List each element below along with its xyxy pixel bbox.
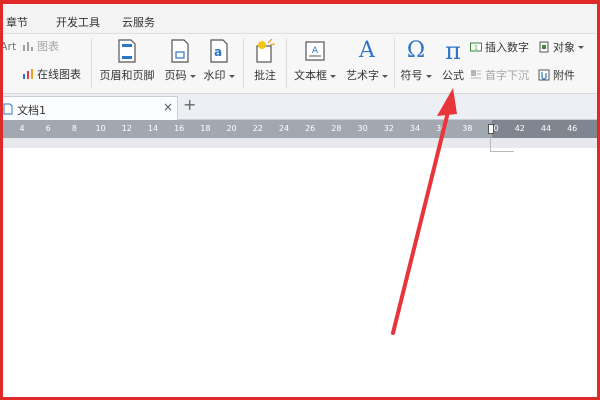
ruler-tick-label: 18 [200, 124, 211, 133]
document-tab-title: 文档1 [17, 104, 46, 117]
document-tab-bar: 文档1 × + [0, 94, 600, 120]
ribbon-separator [91, 38, 92, 88]
document-tab[interactable]: 文档1 × [0, 96, 178, 120]
insert-number-label: 插入数字 [485, 41, 529, 54]
ruler-tick-label: 14 [147, 124, 159, 133]
ribbon-separator [243, 38, 244, 88]
object-label: 对象 [553, 41, 575, 54]
dropcap-icon [471, 70, 481, 79]
ruler-tick-label: 28 [331, 124, 342, 133]
comment-icon [256, 39, 276, 63]
omega-icon: Ω [406, 38, 426, 63]
watermark-label: 水印 [203, 69, 226, 82]
attachment-button[interactable]: 附件 [538, 67, 575, 83]
page-number-label: 页码 [164, 69, 187, 82]
tab-developer-tools[interactable]: 开发工具 [56, 14, 100, 30]
ruler-tick-label: 6 [45, 124, 51, 133]
attachment-icon [538, 69, 550, 81]
dropcap-button[interactable]: 首字下沉 [470, 67, 529, 83]
header-footer-button[interactable]: 页眉和页脚 [98, 39, 156, 83]
chart-button[interactable]: 图表 [22, 38, 59, 54]
art-label: Art [0, 39, 17, 53]
ruler-tick-label: 34 [409, 124, 421, 133]
symbol-label: 符号 [400, 69, 423, 82]
svg-text:A: A [312, 46, 319, 56]
document-page[interactable] [0, 148, 600, 400]
chart-icon [23, 42, 33, 51]
ruler-tick-label: 12 [121, 124, 132, 133]
textbox-icon: A [305, 41, 325, 61]
art-button[interactable]: Art [0, 38, 16, 54]
insert-number-button[interactable]: 1 插入数字 [470, 39, 529, 55]
online-chart-icon [23, 69, 33, 79]
ruler-tick-label: 32 [383, 124, 394, 133]
wordart-button[interactable]: A 艺术字 [344, 39, 390, 83]
watermark-caret-icon[interactable] [228, 74, 235, 78]
symbol-button[interactable]: Ω 符号 [398, 39, 434, 83]
ruler-tick-label: 36 [436, 124, 447, 133]
tab-chapter[interactable]: 章节 [6, 14, 28, 30]
ruler-tick-label: 8 [71, 124, 77, 133]
page-number-button[interactable]: 页码 [162, 39, 198, 83]
wordart-caret-icon[interactable] [382, 74, 388, 78]
comment-button[interactable]: 批注 [250, 39, 280, 83]
ruler-tick-label: 20 [226, 124, 237, 133]
ruler-tick-label: 38 [462, 124, 473, 133]
ruler-tick-label: 44 [540, 124, 552, 133]
ribbon-separator [286, 38, 287, 88]
ruler-tick-label: 26 [305, 124, 316, 133]
formula-button[interactable]: π 公式 [438, 39, 468, 83]
comment-label: 批注 [254, 69, 276, 82]
online-chart-button[interactable]: 在线图表 [22, 66, 81, 82]
margin-corner-mark [490, 138, 514, 152]
ruler-tick-label: 22 [252, 124, 263, 133]
menu-tab-bar: 章节 开发工具 云服务 [0, 4, 600, 34]
wordart-label: 艺术字 [346, 69, 379, 82]
online-chart-label: 在线图表 [37, 68, 81, 81]
pi-icon: π [445, 37, 461, 65]
header-footer-label: 页眉和页脚 [99, 69, 155, 82]
object-icon [539, 41, 549, 53]
insert-ribbon: Art 图表 在线图表 页眉和页脚 页码 a 水印 批注 A 文本框 A 艺术字… [0, 34, 600, 94]
symbol-caret-icon[interactable] [425, 74, 432, 78]
object-button[interactable]: 对象 [538, 39, 584, 55]
ruler-tick-label: 46 [567, 124, 578, 133]
formula-label: 公式 [442, 69, 464, 82]
ruler-tick-label: 10 [95, 124, 106, 133]
document-icon [3, 103, 13, 115]
watermark-button[interactable]: a 水印 [202, 39, 236, 83]
textbox-caret-icon[interactable] [330, 74, 336, 78]
ruler-tick-label: 42 [514, 124, 525, 133]
horizontal-ruler[interactable]: 4681012141618202224262830323436384042444… [0, 120, 600, 138]
chart-label: 图表 [37, 40, 59, 53]
indent-marker[interactable] [488, 124, 494, 134]
page-number-icon [171, 39, 189, 63]
header-footer-icon [118, 39, 136, 63]
textbox-button[interactable]: A 文本框 [292, 39, 338, 83]
attachment-label: 附件 [553, 69, 575, 82]
insert-number-icon: 1 [470, 42, 482, 52]
ruler-tick-label: 30 [357, 124, 368, 133]
watermark-glyph: a [214, 45, 223, 59]
ruler-tick-label: 24 [278, 124, 290, 133]
ribbon-separator [394, 38, 395, 88]
close-icon[interactable]: × [163, 100, 173, 114]
svg-text:1: 1 [474, 45, 478, 52]
page-number-caret-icon[interactable] [189, 74, 196, 78]
wordart-icon: A [359, 38, 375, 63]
add-tab-icon[interactable]: + [183, 95, 196, 114]
tab-cloud-service[interactable]: 云服务 [122, 14, 155, 30]
object-caret-icon[interactable] [578, 45, 584, 49]
ruler-tick-label: 4 [19, 124, 25, 133]
ruler-tick-label: 16 [174, 124, 185, 133]
dropcap-label: 首字下沉 [485, 69, 529, 82]
textbox-label: 文本框 [294, 69, 327, 82]
